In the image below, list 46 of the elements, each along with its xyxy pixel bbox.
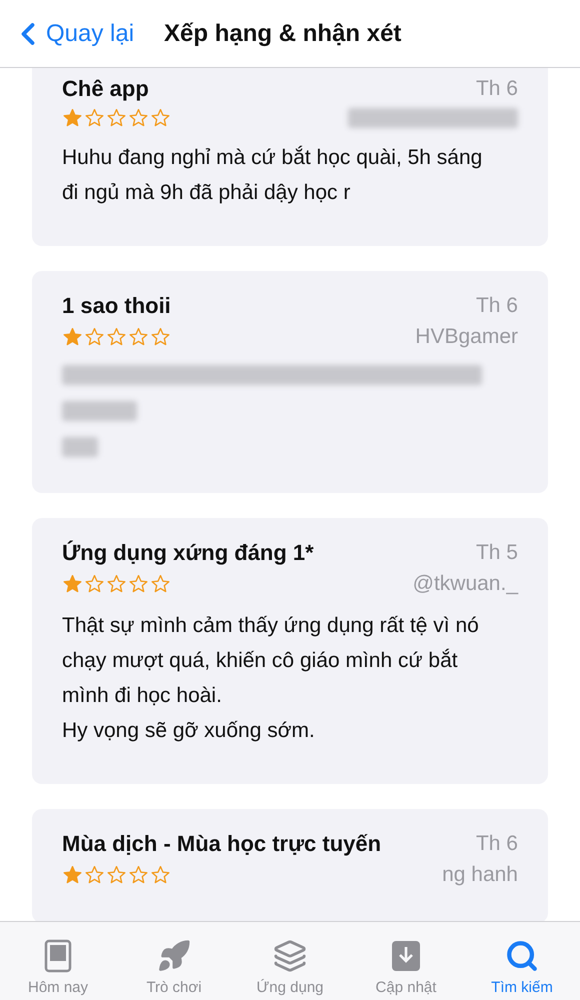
page-title: Xếp hạng & nhận xét (164, 20, 402, 48)
tab-bar-item[interactable]: Cập nhật (348, 922, 464, 1000)
review-text: Thật sự mình cảm thấy ứng dụng rất tệ vì nó chạy mượt quá, khiến cô giáo mình cứ bắt mình đi học hoài. (62, 613, 480, 709)
review-author: ng hanh (442, 863, 518, 887)
rocket-icon (157, 939, 191, 973)
star-icon (150, 108, 171, 128)
review-title: Mùa dịch - Mùa học trực tuyến (62, 831, 382, 857)
review-date: Th 6 (476, 294, 518, 318)
star-icon (150, 574, 171, 594)
star-icon (128, 574, 149, 594)
download-icon (390, 939, 422, 973)
star-icon (84, 574, 105, 594)
star-icon (128, 327, 149, 347)
tab-bar-item[interactable]: Ứng dụng (232, 922, 348, 1000)
star-icon (62, 327, 83, 347)
review-author: HVBgamer (415, 325, 518, 349)
star-icon (106, 865, 127, 885)
review-date: Th 5 (476, 541, 518, 565)
review-title: Chê app (62, 76, 149, 102)
tab-bar-item[interactable]: Hôm nay (0, 922, 116, 1000)
tab-bar-item[interactable]: Trò chơi (116, 922, 232, 1000)
review-text: Hy vọng sẽ gỡ xuống sớm. (62, 718, 316, 744)
star-icon (62, 865, 83, 885)
search-icon (505, 939, 539, 973)
review-title: Ứng dụng xứng đáng 1* (62, 540, 314, 566)
layers-icon (273, 939, 307, 973)
review-date: Th 6 (476, 77, 518, 101)
star-icon (128, 108, 149, 128)
star-icon (62, 108, 83, 128)
star-icon (84, 327, 105, 347)
review-title: 1 sao thoii (62, 293, 171, 319)
review-author: @tkwuan._ (412, 572, 518, 596)
star-icon (106, 327, 127, 347)
tab-bar-item[interactable]: Tìm kiếm (464, 922, 580, 1000)
back-button[interactable]: Quay lại (0, 16, 134, 52)
star-icon (150, 327, 171, 347)
review-date: Th 6 (476, 832, 518, 856)
review-text: Huhu đang nghỉ mà cứ bắt học quài, 5h sáng đi ngủ mà 9h đã phải dậy học r (62, 144, 484, 206)
star-icon (106, 574, 127, 594)
star-icon (84, 108, 105, 128)
star-icon (62, 574, 83, 594)
star-icon (128, 865, 149, 885)
star-icon (106, 108, 127, 128)
star-icon (84, 865, 105, 885)
today-icon (44, 939, 72, 973)
star-icon (150, 865, 171, 885)
